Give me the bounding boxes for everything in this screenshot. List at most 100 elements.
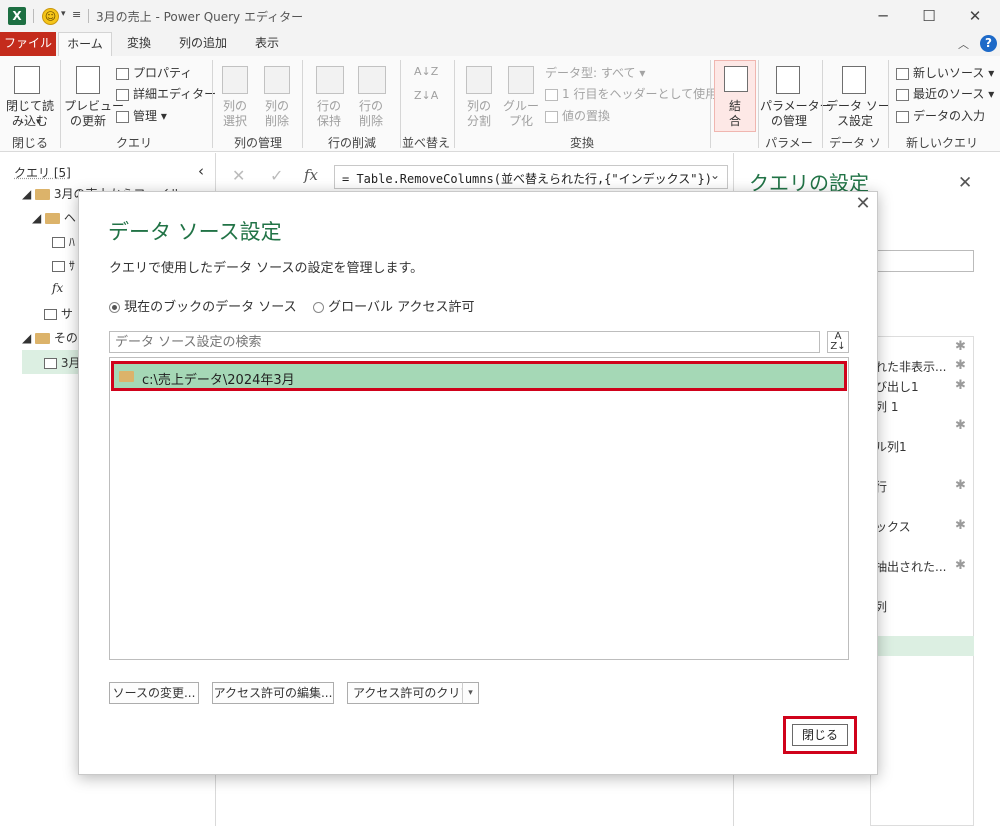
tree-item[interactable]: ｻ	[52, 257, 75, 274]
edit-permissions-button[interactable]: アクセス許可の編集...	[212, 682, 334, 704]
data-type-dropdown[interactable]: データ型: すべて ▾	[545, 64, 645, 81]
dialog-close-icon[interactable]: ✕	[853, 194, 873, 214]
use-first-row-button[interactable]: 1 行目をヘッダーとして使用 ▾	[545, 85, 727, 102]
replace-values-button[interactable]: 値の置換	[545, 107, 610, 124]
group-by-button[interactable]: グルー プ化	[500, 99, 542, 129]
manage-parameters-icon	[776, 66, 800, 94]
use-first-row-label: 1 行目をヘッダーとして使用	[562, 87, 718, 101]
gear-icon[interactable]: ✱	[955, 358, 966, 373]
gear-icon[interactable]: ✱	[955, 339, 966, 354]
split-column-button[interactable]: 列の 分割	[458, 99, 500, 129]
fx-icon[interactable]: fx	[304, 166, 318, 184]
tree-item-selected[interactable]: 3月	[44, 354, 80, 371]
refresh-preview-button[interactable]: プレビュー の更新	[64, 99, 124, 129]
folder-icon	[119, 371, 134, 382]
tree-item-label: ﾊ	[68, 235, 75, 249]
step-item[interactable]: ックス	[875, 518, 911, 535]
properties-button[interactable]: プロパティ	[116, 64, 192, 81]
tab-add-column[interactable]: 列の追加	[168, 32, 238, 56]
chevron-down-icon[interactable]: ▾	[36, 115, 41, 130]
tab-transform[interactable]: 変換	[116, 32, 162, 56]
radio-unselected-icon	[313, 302, 324, 313]
sort-ascending-icon[interactable]: A↓Z	[414, 64, 438, 79]
smiley-feedback-icon[interactable]: ☺	[42, 8, 59, 25]
group-label-close: 閉じる	[11, 136, 48, 150]
close-load-icon	[14, 66, 40, 94]
step-item[interactable]: ル列1	[875, 438, 907, 455]
change-source-button[interactable]: ソースの変更...	[109, 682, 199, 704]
choose-columns-button[interactable]: 列の 選択	[214, 99, 256, 129]
chevron-down-icon[interactable]: ▾	[462, 682, 479, 704]
close-load-button[interactable]: 閉じて読 み込む	[4, 99, 56, 129]
divider	[212, 60, 213, 148]
step-item[interactable]: 列 1	[875, 398, 898, 415]
divider	[454, 60, 455, 148]
combine-button[interactable]: 結 合	[716, 99, 754, 129]
data-type-label: データ型: すべて	[545, 66, 636, 80]
gear-icon[interactable]: ✱	[955, 418, 966, 433]
chevron-down-icon[interactable]: ▾	[61, 9, 66, 19]
function-icon[interactable]: fx	[52, 281, 63, 295]
table-icon	[545, 88, 558, 101]
tab-home[interactable]: ホーム	[58, 32, 112, 57]
tree-item[interactable]: ﾊ	[52, 233, 75, 250]
tab-view[interactable]: 表示	[244, 32, 290, 56]
collapse-ribbon-icon[interactable]: ︿	[958, 36, 969, 52]
dialog-close-button[interactable]: 閉じる	[792, 724, 848, 746]
manage-button[interactable]: 管理 ▾	[116, 107, 167, 124]
divider	[710, 60, 711, 148]
recent-sources-button[interactable]: 最近のソース ▾	[896, 85, 994, 102]
customize-toolbar-icon[interactable]: ≡	[72, 8, 81, 21]
help-icon[interactable]: ?	[980, 35, 997, 52]
step-item[interactable]: び出し1	[875, 378, 919, 395]
advanced-editor-button[interactable]: 詳細エディター	[116, 85, 216, 102]
radio-current-workbook[interactable]: 現在のブックのデータ ソース	[109, 296, 297, 315]
tree-item-label: サ	[60, 307, 73, 321]
queries-header[interactable]: クエリ [5]	[14, 164, 71, 181]
data-source-settings-button[interactable]: データ ソー ス設定	[826, 99, 890, 129]
tree-item[interactable]: ◢ ヘ	[32, 209, 76, 226]
table-icon	[44, 309, 57, 320]
tree-item[interactable]: ◢ その	[22, 329, 78, 346]
step-item[interactable]: れた非表示...	[875, 358, 946, 375]
keep-rows-button[interactable]: 行の 保持	[308, 99, 350, 129]
commit-formula-icon[interactable]: ✓	[270, 166, 283, 185]
maximize-button[interactable]: ☐	[906, 4, 952, 28]
gear-icon[interactable]: ✱	[955, 378, 966, 393]
new-source-button[interactable]: 新しいソース ▾	[896, 64, 994, 81]
close-window-button[interactable]: ✕	[952, 4, 998, 28]
manage-parameters-button[interactable]: パラメーター の管理	[760, 99, 832, 129]
tree-item-label: ｻ	[68, 259, 75, 273]
query-name-input[interactable]	[870, 250, 974, 272]
keep-rows-icon	[316, 66, 344, 94]
divider	[822, 60, 823, 148]
step-item[interactable]: 抽出された...	[875, 558, 946, 575]
clear-permissions-button[interactable]: アクセス許可のクリア	[347, 682, 472, 704]
tree-item[interactable]: サ	[44, 305, 73, 322]
selected-step-bg	[870, 636, 974, 656]
gear-icon[interactable]: ✱	[955, 478, 966, 493]
remove-columns-button[interactable]: 列の 削除	[256, 99, 298, 129]
minimize-button[interactable]: ─	[860, 4, 906, 28]
close-pane-icon[interactable]: ✕	[958, 173, 972, 193]
remove-rows-button[interactable]: 行の 削除	[350, 99, 392, 129]
group-by-icon	[508, 66, 534, 94]
sort-az-icon: A Z↓	[830, 331, 846, 352]
expand-formula-icon[interactable]: ⌄	[710, 168, 720, 182]
list-item-selected[interactable]: c:\売上データ\2024年3月	[111, 361, 847, 391]
sort-button[interactable]: A Z↓	[827, 331, 849, 353]
data-source-settings-dialog: ✕ データ ソース設定 クエリで使用したデータ ソースの設定を管理します。 現在…	[78, 191, 878, 775]
gear-icon[interactable]: ✱	[955, 558, 966, 573]
gear-icon[interactable]: ✱	[955, 518, 966, 533]
cancel-formula-icon[interactable]: ✕	[232, 166, 245, 185]
data-source-search-input[interactable]	[109, 331, 820, 353]
radio-global-permissions[interactable]: グローバル アクセス許可	[313, 296, 475, 315]
sort-descending-icon[interactable]: Z↓A	[414, 88, 438, 103]
enter-data-button[interactable]: データの入力	[896, 107, 985, 124]
divider	[400, 60, 401, 148]
data-source-settings-icon	[842, 66, 866, 94]
excel-logo-icon: X	[8, 7, 26, 25]
collapse-pane-icon[interactable]: ‹	[198, 162, 204, 180]
divider	[60, 60, 61, 148]
tab-file[interactable]: ファイル	[0, 32, 56, 56]
